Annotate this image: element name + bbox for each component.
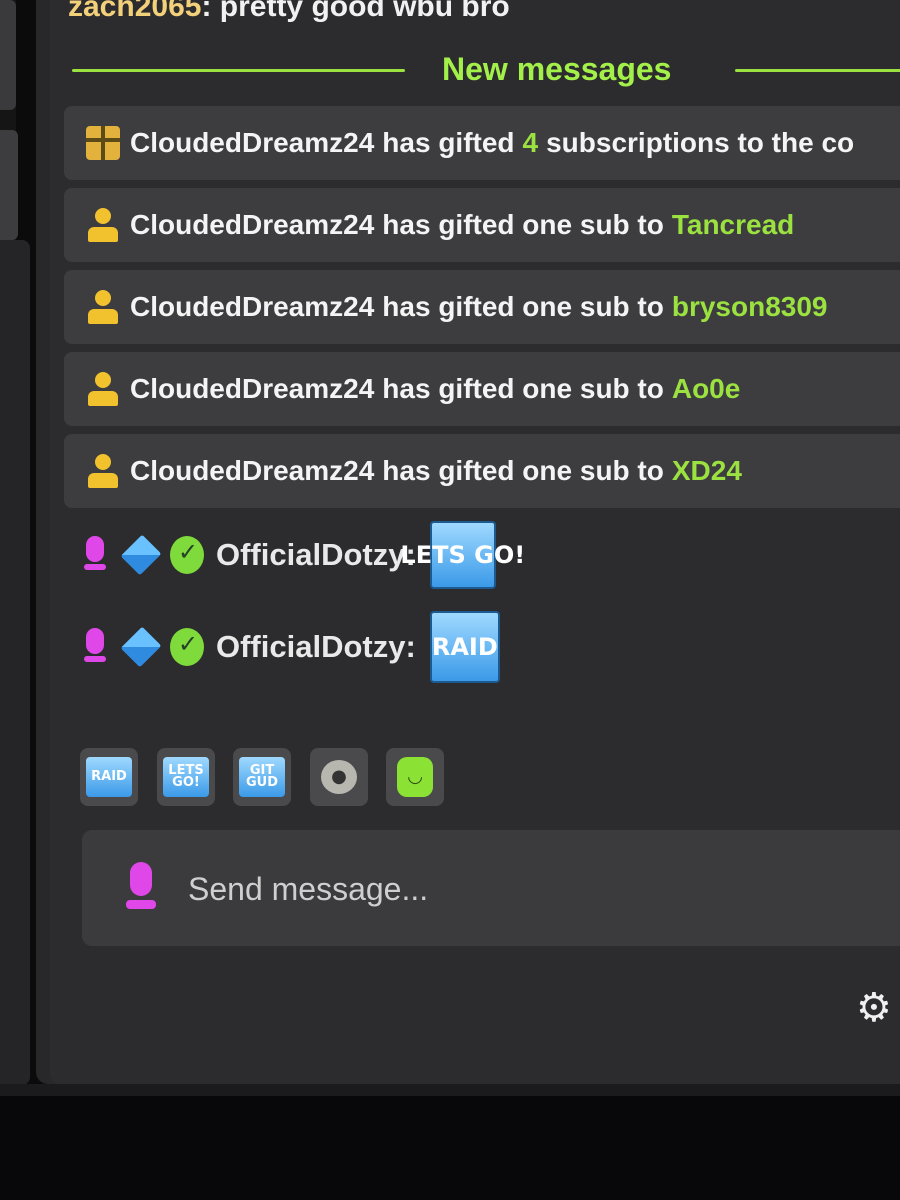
chat-username[interactable]: OfficialDotzy:	[216, 537, 416, 573]
person-icon	[86, 208, 120, 242]
gift-event-card: CloudedDreamz24 has gifted one sub to XD…	[64, 434, 900, 508]
person-icon	[86, 290, 120, 324]
new-messages-label: New messages	[442, 51, 672, 87]
person-icon	[86, 372, 120, 406]
quick-emote-raid[interactable]: RAID	[80, 748, 138, 806]
chat-username[interactable]: OfficialDotzy:	[216, 629, 416, 665]
event-text-tail: subscriptions to the co	[546, 127, 855, 158]
monitor-bezel	[0, 1096, 900, 1200]
event-username[interactable]: CloudedDreamz24	[130, 127, 374, 159]
event-text: has gifted one sub to	[382, 455, 664, 486]
new-messages-divider: New messages	[72, 51, 900, 93]
event-username[interactable]: CloudedDreamz24	[130, 209, 374, 241]
angel-emote-icon: ◡	[397, 757, 433, 797]
quick-emote-angel[interactable]: ◡	[386, 748, 444, 806]
gear-icon[interactable]: ⚙	[856, 988, 896, 1028]
chat-message: OfficialDotzy: LETS GO!	[78, 515, 525, 595]
quick-emote-git-gud[interactable]: GIT GUD	[233, 748, 291, 806]
send-message-input[interactable]	[186, 858, 790, 920]
chat-text: : pretty good wbu bro	[201, 0, 510, 23]
event-recipient[interactable]: XD24	[672, 455, 742, 487]
event-text: has gifted one sub to	[382, 373, 664, 404]
cube-badge-icon[interactable]	[120, 626, 162, 668]
event-username[interactable]: CloudedDreamz24	[130, 291, 374, 323]
raid-emote-icon: RAID	[86, 757, 132, 797]
verified-badge-icon[interactable]	[170, 536, 204, 574]
monitor-edge	[0, 1084, 900, 1096]
chat-message-partial: zach2065: pretty good wbu bro	[68, 0, 510, 24]
cube-badge-icon[interactable]	[120, 534, 162, 576]
lets-go-emote-icon: LETS GO!	[163, 757, 209, 797]
event-recipient[interactable]: Tancread	[672, 209, 794, 241]
event-recipient[interactable]: Ao0e	[672, 373, 740, 405]
left-menu-tab[interactable]	[0, 130, 18, 321]
event-text: has gifted one sub to	[382, 291, 664, 322]
left-panel-tab[interactable]	[0, 0, 16, 110]
divider-line-right	[735, 69, 900, 72]
broadcaster-badge-icon[interactable]	[78, 628, 112, 666]
left-side-panel	[0, 240, 30, 1085]
person-icon	[86, 454, 120, 488]
git-gud-emote-icon: GIT GUD	[239, 757, 285, 797]
gift-event-card: CloudedDreamz24 has gifted 4 subscriptio…	[64, 106, 900, 180]
event-highlight: 4	[522, 127, 539, 158]
seal-emote-icon: ●	[321, 760, 357, 794]
lets-go-emote[interactable]: LETS GO!	[400, 521, 525, 589]
chat-username[interactable]: zach2065	[68, 0, 201, 23]
broadcaster-badge-icon	[122, 862, 162, 912]
gift-event-card: CloudedDreamz24 has gifted one sub to Ao…	[64, 352, 900, 426]
raid-emote[interactable]: RAID	[429, 611, 500, 683]
divider-line-left	[72, 69, 405, 72]
event-username[interactable]: CloudedDreamz24	[130, 455, 374, 487]
quick-emote-seal[interactable]: ●	[310, 748, 368, 806]
gift-event-card: CloudedDreamz24 has gifted one sub to br…	[64, 270, 900, 344]
verified-badge-icon[interactable]	[170, 628, 204, 666]
event-text: has gifted	[382, 127, 515, 158]
message-input-box[interactable]	[82, 830, 900, 946]
event-recipient[interactable]: bryson8309	[672, 291, 828, 323]
gift-event-card: CloudedDreamz24 has gifted one sub to Ta…	[64, 188, 900, 262]
event-text: has gifted one sub to	[382, 209, 664, 240]
event-username[interactable]: CloudedDreamz24	[130, 373, 374, 405]
quick-emote-lets-go[interactable]: LETS GO!	[157, 748, 215, 806]
chat-message: OfficialDotzy: RAID	[78, 607, 500, 687]
gift-icon	[86, 126, 120, 160]
broadcaster-badge-icon[interactable]	[78, 536, 112, 574]
